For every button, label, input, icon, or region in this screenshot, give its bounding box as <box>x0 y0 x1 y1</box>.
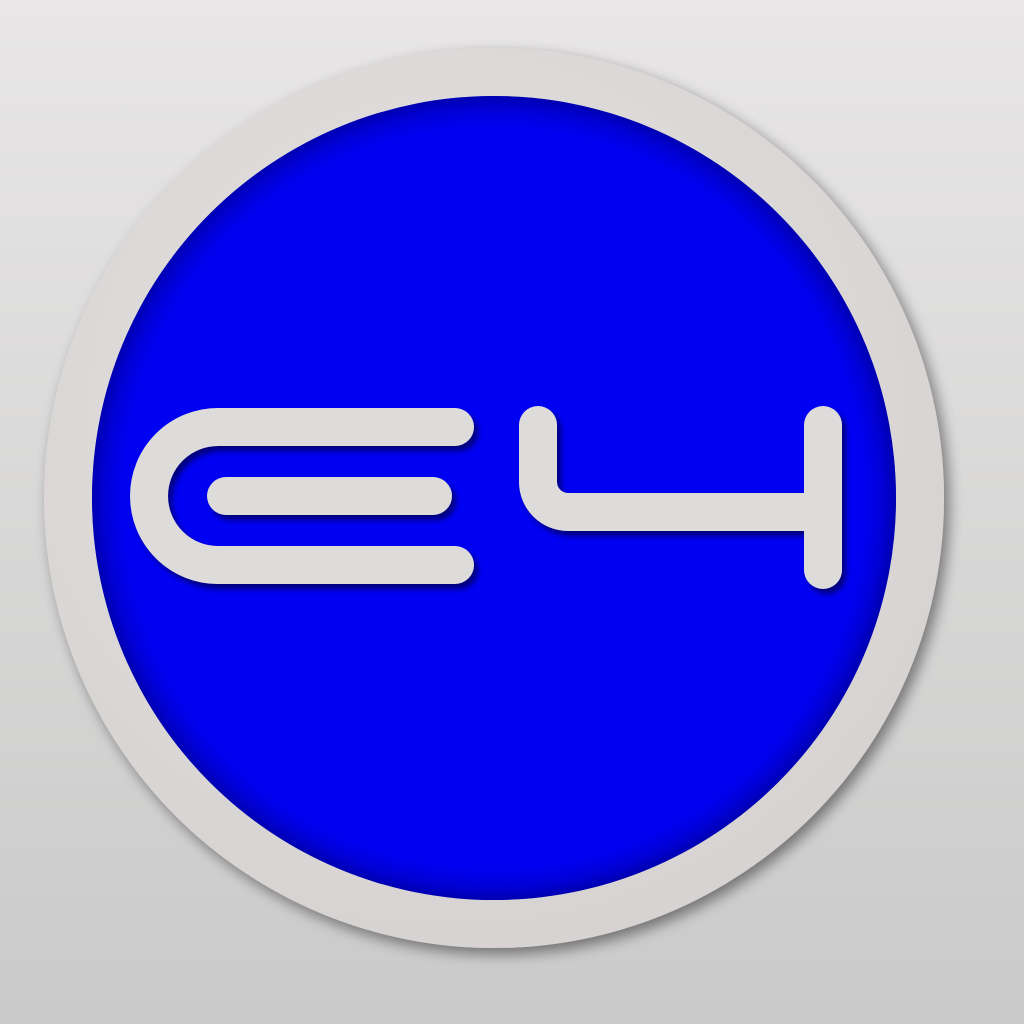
app-icon-canvas <box>0 0 1024 1024</box>
e4-logo-icon <box>44 48 944 948</box>
